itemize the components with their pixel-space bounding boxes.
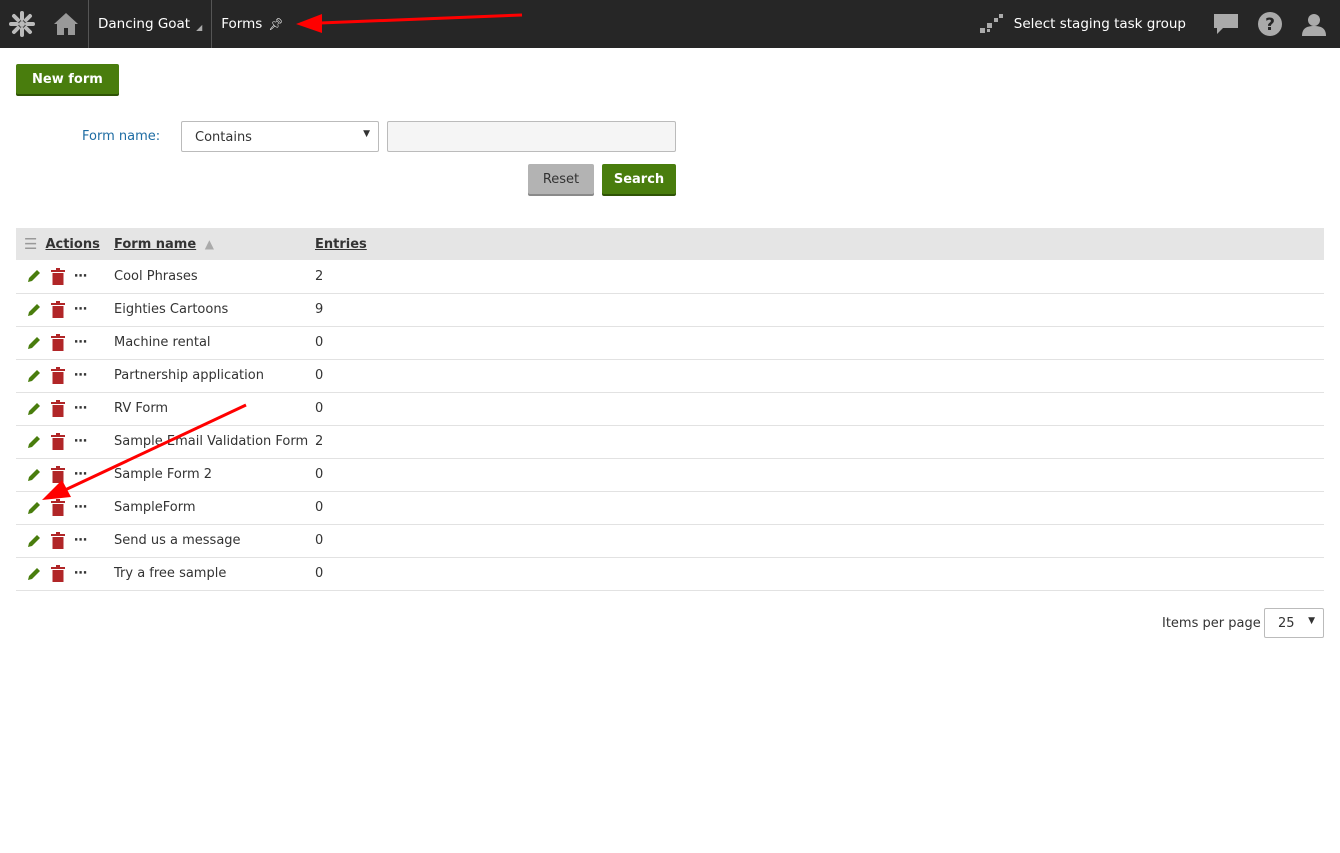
new-form-button[interactable]: New form [16,64,119,94]
edit-icon[interactable] [26,467,42,483]
caret-icon: ◢ [196,22,203,32]
help-icon[interactable]: ? [1248,0,1292,48]
edit-icon[interactable] [26,302,42,318]
form-name-cell: RV Form [114,392,315,426]
table-row[interactable]: ⋯ Send us a message 0 [16,524,1324,558]
delete-icon[interactable] [51,532,65,549]
edit-icon[interactable] [26,566,42,582]
dropdown-arrow-icon: ▼ [363,129,370,139]
column-actions[interactable]: Actions [45,237,99,252]
table-row[interactable]: ⋯ Sample Form 2 0 [16,458,1324,492]
delete-icon[interactable] [51,565,65,582]
form-name-label: Form name: [82,129,161,144]
entries-cell: 0 [315,392,1324,426]
staging-task-group-selector[interactable]: Select staging task group [962,14,1204,34]
more-actions-icon[interactable]: ⋯ [74,401,88,416]
more-actions-icon[interactable]: ⋯ [74,467,88,482]
entries-cell: 2 [315,425,1324,459]
column-form-name[interactable]: Form name [114,237,196,252]
entries-cell: 9 [315,293,1324,327]
edit-icon[interactable] [26,533,42,549]
items-per-page-select[interactable]: 25 ▼ [1264,608,1324,638]
form-name-cell: Try a free sample [114,557,315,591]
delete-icon[interactable] [51,267,65,285]
kentico-logo-icon[interactable] [0,0,44,48]
forms-table: ☰ Actions Form name ▲ Entries ⋯ Cool Phra… [16,228,1324,591]
entries-cell: 0 [315,359,1324,393]
svg-text:?: ? [1265,15,1275,35]
table-row[interactable]: ⋯ Machine rental 0 [16,326,1324,360]
form-name-cell: Eighties Cartoons [114,293,315,327]
form-name-cell: SampleForm [114,491,315,525]
form-name-cell: Cool Phrases [114,260,315,294]
pin-icon[interactable]: 📌︎ [268,17,283,31]
column-menu-icon[interactable]: ☰ [24,235,37,253]
table-row[interactable]: ⋯ Try a free sample 0 [16,557,1324,591]
edit-icon[interactable] [26,401,42,417]
reset-button[interactable]: Reset [528,164,594,194]
delete-icon[interactable] [51,466,65,483]
dropdown-arrow-icon: ▼ [1308,616,1315,626]
entries-cell: 2 [315,260,1324,294]
column-entries[interactable]: Entries [315,237,367,252]
form-name-cell: Sample Email Validation Form [114,425,315,459]
edit-icon[interactable] [26,500,42,516]
more-actions-icon[interactable]: ⋯ [74,500,88,515]
form-name-input[interactable] [387,121,676,152]
home-icon[interactable] [44,0,88,48]
delete-icon[interactable] [51,400,65,417]
more-actions-icon[interactable]: ⋯ [74,368,88,383]
table-row[interactable]: ⋯ SampleForm 0 [16,491,1324,525]
edit-icon[interactable] [26,335,42,351]
table-row[interactable]: ⋯ Eighties Cartoons 9 [16,293,1324,327]
form-name-cell: Send us a message [114,524,315,558]
site-selector[interactable]: Dancing Goat ◢ [89,0,211,48]
more-actions-icon[interactable]: ⋯ [74,434,88,449]
table-row[interactable]: ⋯ Cool Phrases 2 [16,260,1324,294]
delete-icon[interactable] [51,499,65,516]
form-name-cell: Partnership application [114,359,315,393]
edit-icon[interactable] [26,368,42,384]
operator-value: Contains [195,130,252,145]
more-actions-icon[interactable]: ⋯ [74,335,88,350]
more-actions-icon[interactable]: ⋯ [74,533,88,548]
entries-cell: 0 [315,458,1324,492]
form-name-cell: Sample Form 2 [114,458,315,492]
entries-cell: 0 [315,491,1324,525]
app-breadcrumb: Forms 📌︎ [212,0,292,48]
staging-icon [979,14,1003,33]
delete-icon[interactable] [51,367,65,384]
staging-label: Select staging task group [1013,16,1186,32]
more-actions-icon[interactable]: ⋯ [74,269,88,284]
table-row[interactable]: ⋯ Partnership application 0 [16,359,1324,393]
more-actions-icon[interactable]: ⋯ [74,302,88,317]
filter-operator-select[interactable]: Contains ▼ [181,121,379,152]
sort-ascending-icon: ▲ [204,236,214,251]
table-row[interactable]: ⋯ Sample Email Validation Form 2 [16,425,1324,459]
items-per-page-value: 25 [1278,616,1295,631]
form-name-cell: Machine rental [114,326,315,360]
search-button[interactable]: Search [602,164,676,194]
user-icon[interactable] [1292,0,1336,48]
top-bar: Dancing Goat ◢ Forms 📌︎ Select staging tas… [0,0,1340,48]
edit-icon[interactable] [26,434,42,450]
entries-cell: 0 [315,557,1324,591]
items-per-page-label: Items per page [1162,616,1261,631]
app-name: Forms [221,16,263,32]
delete-icon[interactable] [51,334,65,351]
site-name: Dancing Goat [98,16,191,32]
chat-icon[interactable] [1204,0,1248,48]
delete-icon[interactable] [51,301,65,318]
entries-cell: 0 [315,326,1324,360]
delete-icon[interactable] [51,433,65,450]
more-actions-icon[interactable]: ⋯ [74,566,88,581]
entries-cell: 0 [315,524,1324,558]
edit-icon[interactable] [26,268,42,284]
table-row[interactable]: ⋯ RV Form 0 [16,392,1324,426]
